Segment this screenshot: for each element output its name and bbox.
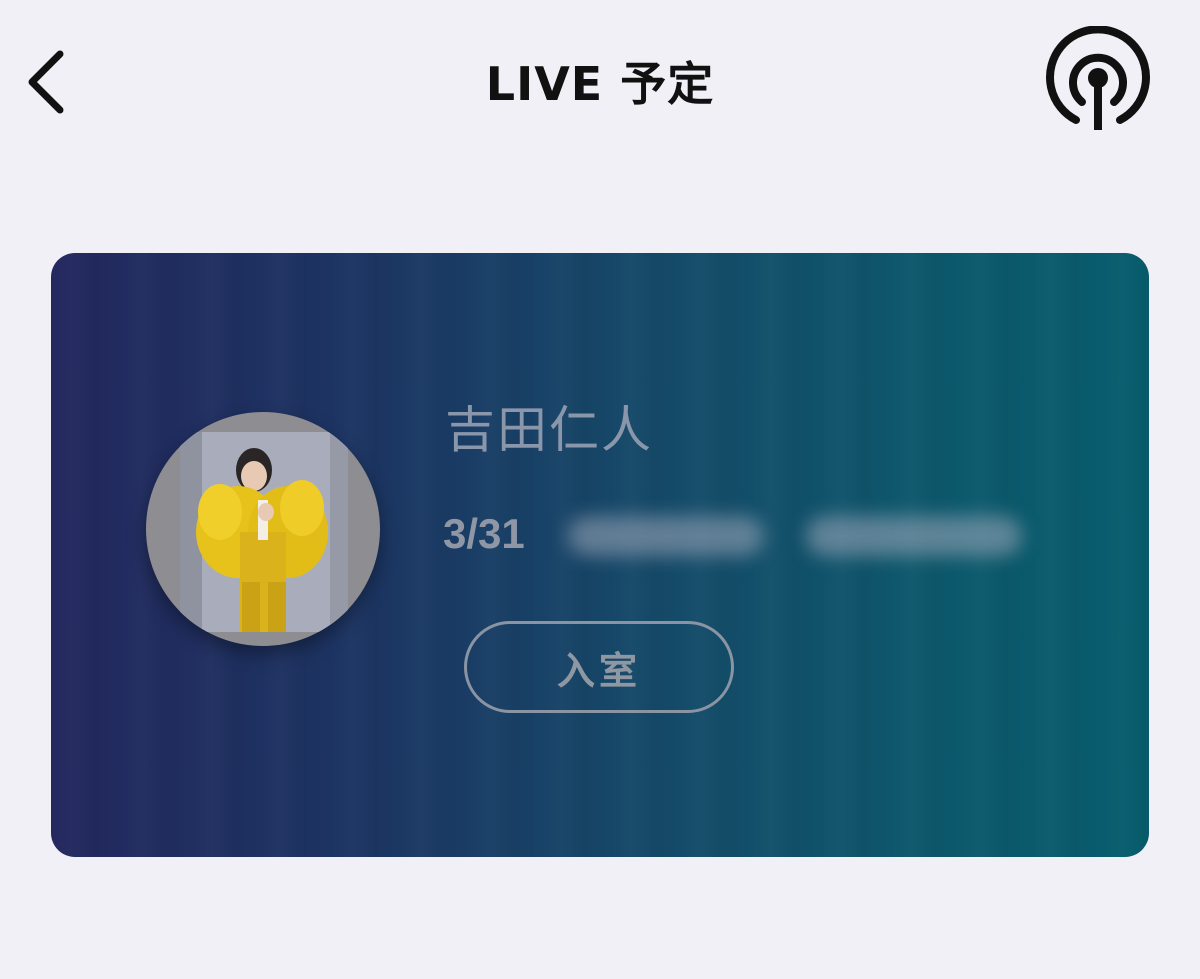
broadcast-button[interactable] [1040,25,1156,134]
app-header: LIVE 予定 [0,0,1200,170]
broadcast-icon [1046,25,1150,130]
avatar-photo [180,432,348,632]
redacted-end-time [806,516,1022,556]
streamer-name: 吉田仁人 [445,401,653,459]
enter-room-button[interactable]: 入室 [464,621,734,713]
performer-figure [180,432,348,632]
live-date: 3/31 [443,510,525,557]
enter-room-label: 入室 [556,648,641,693]
redacted-start-time [568,516,764,556]
streamer-avatar [146,412,380,646]
page-title: LIVE 予定 [485,57,715,111]
